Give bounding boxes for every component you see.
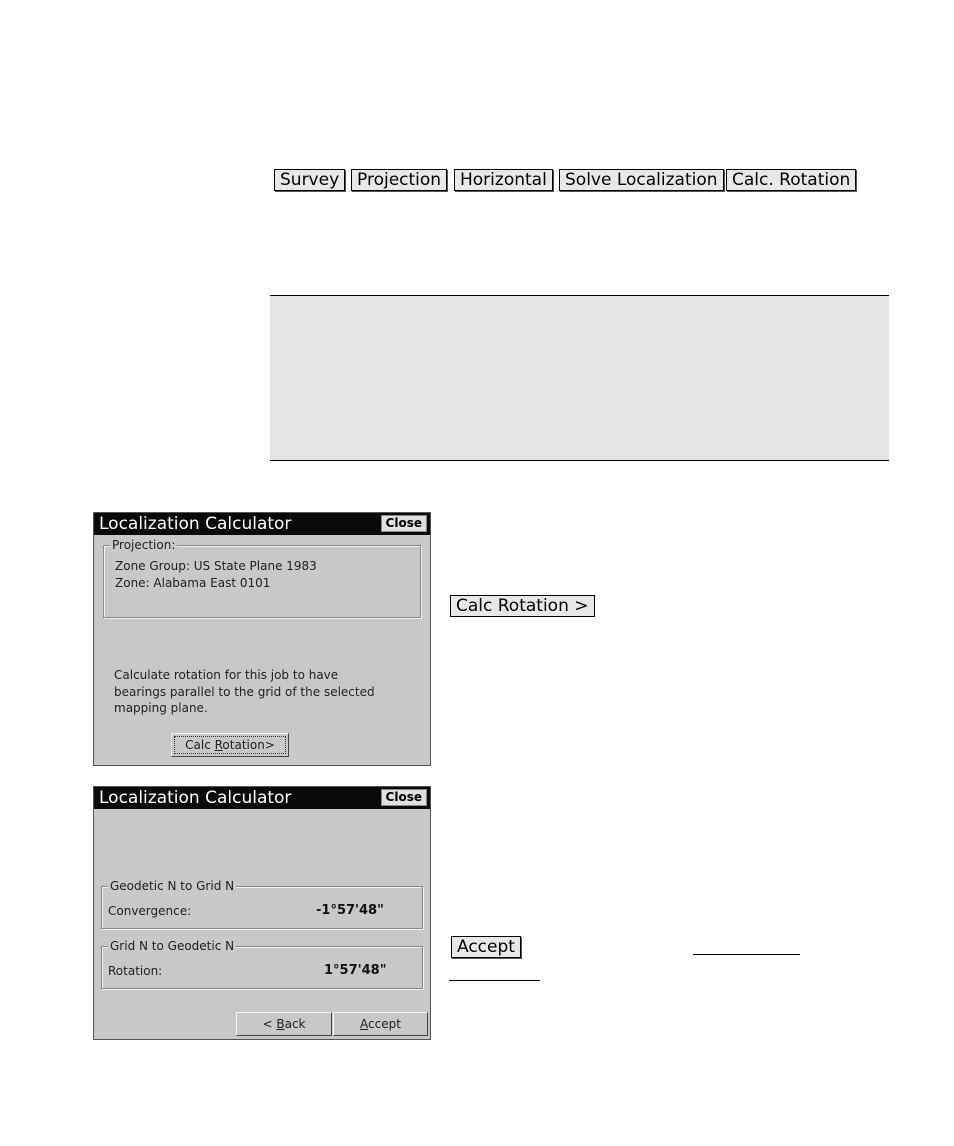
dialog-title-bar: Localization Calculator Close (94, 787, 430, 809)
tab-horizontal[interactable]: Horizontal (454, 169, 553, 191)
note-box (270, 295, 889, 461)
calc-rotation-button[interactable]: Calc Rotation > (450, 595, 595, 617)
accept-button[interactable]: Accept (451, 936, 521, 958)
zone-group-text: Zone Group: US State Plane 1983 (115, 559, 317, 573)
link-underline[interactable] (693, 954, 800, 955)
localization-calculator-dialog-projection: Localization Calculator Close Projection… (93, 512, 431, 766)
convergence-label: Convergence: (108, 904, 192, 918)
close-button[interactable]: Close (380, 789, 427, 806)
button-text: ccept (368, 1017, 401, 1031)
rotation-label: Rotation: (108, 964, 163, 978)
back-button[interactable]: < Back (236, 1012, 332, 1036)
description-line: bearings parallel to the grid of the sel… (114, 684, 375, 699)
localization-calculator-dialog-rotation: Localization Calculator Close Geodetic N… (93, 786, 431, 1040)
tab-projection[interactable]: Projection (351, 169, 448, 191)
description-line: mapping plane. (114, 701, 208, 715)
geodetic-to-grid-label: Geodetic N to Grid N (108, 879, 237, 893)
dialog-title-bar: Localization Calculator Close (94, 513, 430, 535)
geodetic-to-grid-group: Geodetic N to Grid N Convergence: -1°57'… (101, 879, 423, 929)
button-accel: A (360, 1017, 369, 1031)
button-accel: B (276, 1017, 285, 1031)
button-text: ack (284, 1017, 306, 1031)
grid-to-geodetic-label: Grid N to Geodetic N (108, 939, 237, 953)
button-text: Calc (185, 738, 215, 752)
tab-solve-localization[interactable]: Solve Localization (559, 169, 724, 191)
button-text: < (262, 1017, 277, 1031)
zone-text: Zone: Alabama East 0101 (115, 576, 271, 590)
projection-group: Projection: Zone Group: US State Plane 1… (103, 538, 421, 618)
link-underline[interactable] (449, 980, 540, 981)
tab-calc-rotation[interactable]: Calc. Rotation (726, 169, 857, 191)
grid-to-geodetic-group: Grid N to Geodetic N Rotation: 1°57'48" (101, 939, 423, 989)
button-text: otation> (222, 738, 275, 752)
projection-group-label: Projection: (110, 538, 178, 552)
dialog-title: Localization Calculator (99, 788, 292, 808)
convergence-value: -1°57'48" (316, 903, 384, 918)
close-button[interactable]: Close (380, 515, 427, 532)
rotation-value: 1°57'48" (324, 963, 387, 978)
dialog-title: Localization Calculator (99, 514, 292, 534)
tab-survey[interactable]: Survey (274, 169, 346, 191)
description-text: Calculate rotation for this job to have … (114, 667, 375, 717)
calc-rotation-dialog-button[interactable]: Calc Rotation> (171, 733, 289, 757)
accept-dialog-button[interactable]: Accept (333, 1012, 428, 1036)
description-line: Calculate rotation for this job to have (114, 668, 339, 682)
